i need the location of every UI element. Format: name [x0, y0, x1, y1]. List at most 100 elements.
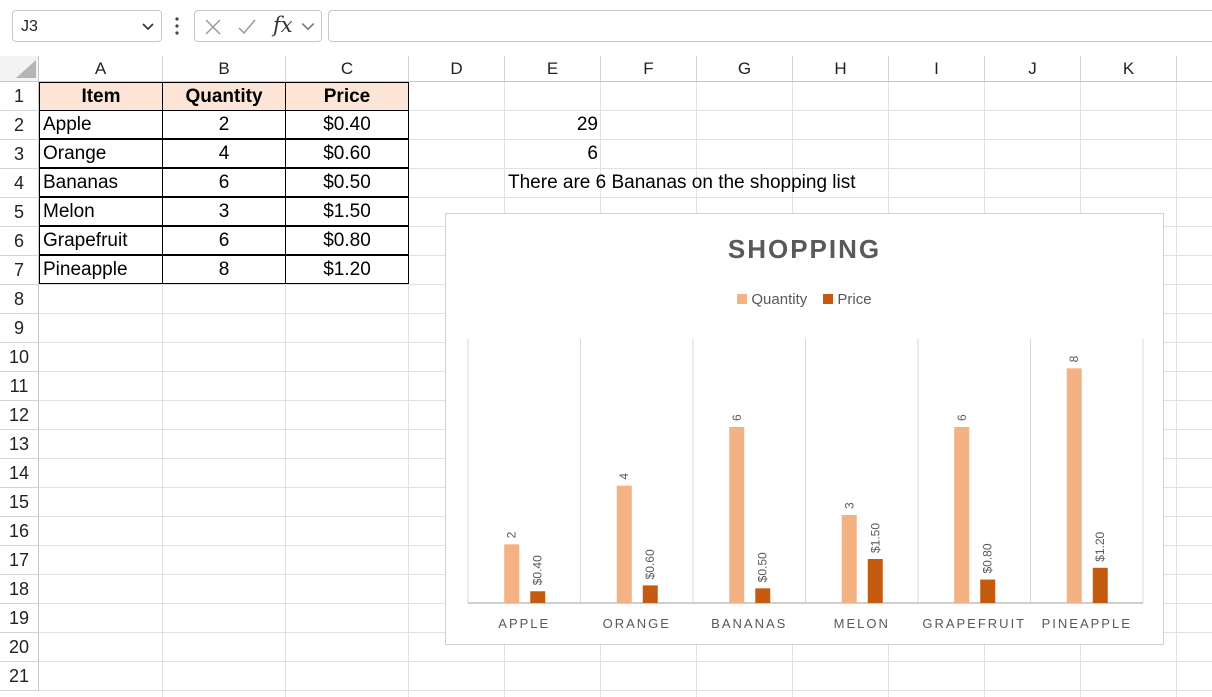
table-cell[interactable]: 2 [162, 110, 286, 139]
table-header-item[interactable]: Item [39, 82, 163, 111]
cell-e4[interactable]: There are 6 Bananas on the shopping list [508, 169, 856, 197]
more-options-icon[interactable] [174, 17, 180, 35]
select-all-corner[interactable] [0, 56, 39, 82]
select-all-triangle-icon [16, 60, 36, 78]
row-header-8[interactable]: 8 [0, 285, 39, 314]
table-cell[interactable]: 4 [162, 139, 286, 168]
column-header-b[interactable]: B [163, 56, 286, 82]
chart-plot: 2 $0.40 APPLE 4 $0.60 ORANGE 6 $0.50 BANANAS 3 $1.… [467, 339, 1144, 631]
table-cell[interactable]: $0.50 [285, 168, 409, 197]
row-header-14[interactable]: 14 [0, 459, 39, 488]
table-cell[interactable]: Orange [39, 139, 163, 168]
row-header-21[interactable]: 21 [0, 662, 39, 691]
table-cell[interactable]: Melon [39, 197, 163, 226]
column-header-j[interactable]: J [985, 56, 1081, 82]
column-header-k[interactable]: K [1081, 56, 1177, 82]
table-cell[interactable]: 6 [162, 226, 286, 255]
table-cell[interactable]: Bananas [39, 168, 163, 197]
column-header-h[interactable]: H [793, 56, 889, 82]
table-cell[interactable]: Grapefruit [39, 226, 163, 255]
bar-price-pineapple[interactable] [1092, 567, 1108, 603]
row-header-16[interactable]: 16 [0, 517, 39, 546]
column-header-d[interactable]: D [409, 56, 505, 82]
row-header-13[interactable]: 13 [0, 430, 39, 459]
column-header-g[interactable]: G [697, 56, 793, 82]
table-cell[interactable]: 3 [162, 197, 286, 226]
data-label-price: $1.20 [1093, 531, 1107, 561]
bar-quantity-melon[interactable] [841, 515, 857, 603]
data-label-price: $0.40 [531, 555, 545, 585]
row-header-20[interactable]: 20 [0, 633, 39, 662]
table-cell[interactable]: $1.50 [285, 197, 409, 226]
category-label-bananas: BANANAS [711, 616, 787, 631]
insert-function-button[interactable]: fx [273, 13, 293, 37]
formula-buttons: fx [194, 10, 322, 42]
table-cell[interactable]: Pineapple [39, 255, 163, 284]
table-cell[interactable]: $0.80 [285, 226, 409, 255]
data-label-price: $0.50 [756, 552, 770, 582]
row-header-15[interactable]: 15 [0, 488, 39, 517]
name-box-value: J3 [21, 18, 38, 35]
chevron-down-icon[interactable] [141, 20, 155, 34]
bar-price-apple[interactable] [530, 591, 546, 603]
cell-e3[interactable]: 6 [505, 140, 601, 169]
data-label-quantity: 4 [617, 473, 631, 480]
row-header-11[interactable]: 11 [0, 372, 39, 401]
chevron-down-icon[interactable] [300, 19, 316, 35]
row-header-3[interactable]: 3 [0, 140, 39, 169]
row-header-9[interactable]: 9 [0, 314, 39, 343]
row-header-2[interactable]: 2 [0, 111, 39, 140]
table-cell[interactable]: $0.40 [285, 110, 409, 139]
bar-quantity-bananas[interactable] [729, 427, 745, 603]
formula-bar: J3 fx [0, 0, 1212, 52]
data-label-quantity: 6 [730, 414, 744, 421]
category-label-grapefruit: GRAPEFRUIT [922, 616, 1026, 631]
table-cell[interactable]: 8 [162, 255, 286, 284]
check-icon[interactable] [237, 17, 257, 37]
bar-price-grapefruit[interactable] [980, 579, 996, 603]
row-header-17[interactable]: 17 [0, 546, 39, 575]
bar-price-melon[interactable] [867, 559, 883, 603]
table-cell[interactable]: Apple [39, 110, 163, 139]
data-label-quantity: 6 [955, 414, 969, 421]
column-header-f[interactable]: F [601, 56, 697, 82]
category-label-melon: MELON [834, 616, 890, 631]
shopping-chart[interactable]: SHOPPING Quantity Price 2 $0.40 APPLE 4 $0.6… [445, 213, 1164, 645]
table-header-price[interactable]: Price [285, 82, 409, 111]
table-header-quantity[interactable]: Quantity [162, 82, 286, 111]
column-header-l[interactable] [1177, 56, 1212, 82]
row-header-6[interactable]: 6 [0, 227, 39, 256]
bar-quantity-grapefruit[interactable] [954, 427, 970, 603]
table-cell[interactable]: $0.60 [285, 139, 409, 168]
data-label-price: $0.60 [643, 549, 657, 579]
bar-quantity-pineapple[interactable] [1066, 368, 1082, 603]
name-box[interactable]: J3 [12, 10, 162, 42]
category-label-apple: APPLE [498, 616, 550, 631]
column-header-i[interactable]: I [889, 56, 985, 82]
row-header-1[interactable]: 1 [0, 82, 39, 111]
column-header-e[interactable]: E [505, 56, 601, 82]
category-label-pineapple: PINEAPPLE [1042, 616, 1132, 631]
bar-quantity-apple[interactable] [504, 544, 520, 603]
bar-quantity-orange[interactable] [616, 485, 632, 603]
data-label-quantity: 2 [505, 531, 519, 538]
data-label-price: $1.50 [868, 523, 882, 553]
formula-input[interactable] [328, 10, 1212, 42]
row-header-12[interactable]: 12 [0, 401, 39, 430]
bar-price-orange[interactable] [642, 585, 658, 603]
row-header-10[interactable]: 10 [0, 343, 39, 372]
row-header-5[interactable]: 5 [0, 198, 39, 227]
row-header-7[interactable]: 7 [0, 256, 39, 285]
column-header-c[interactable]: C [286, 56, 409, 82]
row-header-19[interactable]: 19 [0, 604, 39, 633]
row-header-4[interactable]: 4 [0, 169, 39, 198]
data-label-price: $0.80 [981, 543, 995, 573]
cell-e2[interactable]: 29 [505, 111, 601, 140]
row-header-18[interactable]: 18 [0, 575, 39, 604]
data-label-quantity: 3 [842, 502, 856, 509]
bar-price-bananas[interactable] [755, 588, 771, 603]
table-cell[interactable]: $1.20 [285, 255, 409, 284]
table-cell[interactable]: 6 [162, 168, 286, 197]
column-header-a[interactable]: A [39, 56, 163, 82]
cancel-icon[interactable] [203, 17, 223, 37]
